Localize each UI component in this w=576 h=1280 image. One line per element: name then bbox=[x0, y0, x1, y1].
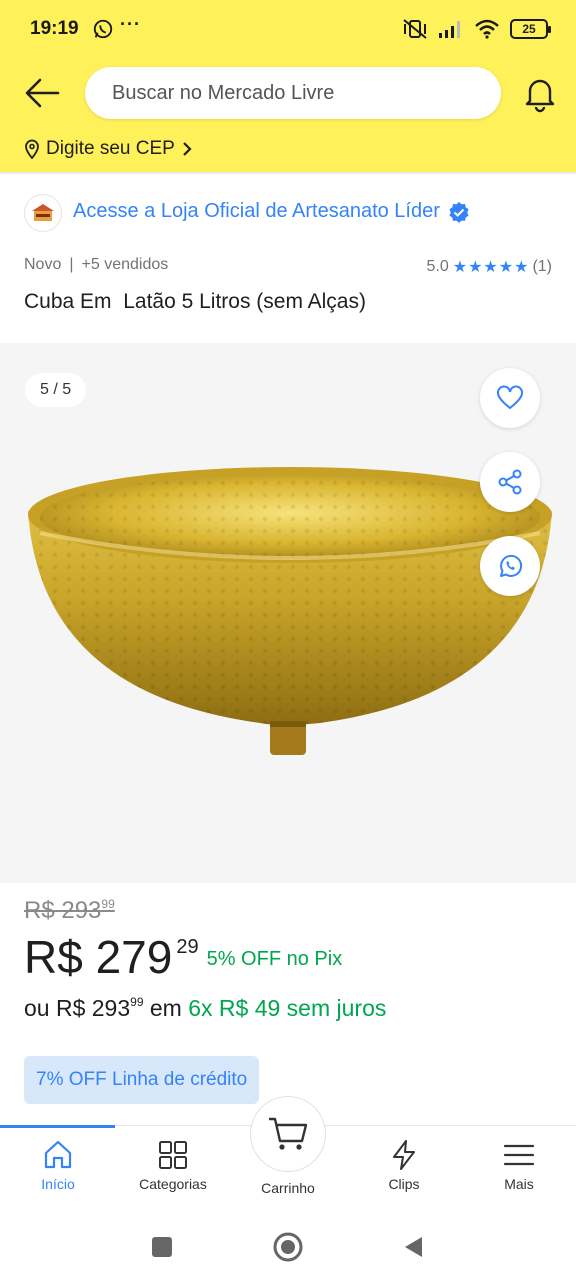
battery-level: 25 bbox=[522, 22, 536, 36]
status-time: 19:19 bbox=[30, 18, 79, 39]
mute-vibrate-icon bbox=[403, 19, 427, 39]
installment-offer: 6x R$ 49 sem juros bbox=[188, 995, 387, 1021]
nav-clips[interactable]: Clips bbox=[354, 1138, 454, 1192]
location-pin-icon bbox=[25, 139, 39, 159]
installment-prefix: ou R$ 293 bbox=[24, 995, 131, 1021]
nav-cart-label[interactable]: Carrinho bbox=[238, 1180, 338, 1196]
rating-summary[interactable]: 5.0 ★ ★ ★ ★ ★ (1) bbox=[426, 257, 552, 277]
product-meta: Novo | +5 vendidos bbox=[24, 256, 168, 274]
product-gallery[interactable]: 5 / 5 bbox=[0, 343, 576, 883]
product-title: Cuba Em Latão 5 Litros (sem Alças) bbox=[24, 290, 366, 313]
battery-icon: 25 bbox=[510, 19, 551, 39]
more-notifications-icon: ··· bbox=[120, 14, 141, 34]
favorite-button[interactable] bbox=[480, 368, 540, 428]
installment-em: em bbox=[149, 995, 182, 1021]
home-icon bbox=[44, 1140, 72, 1169]
search-input[interactable] bbox=[85, 67, 501, 119]
nav-categories[interactable]: Categorias bbox=[123, 1138, 223, 1192]
active-tab-indicator bbox=[0, 1125, 115, 1128]
chevron-right-icon bbox=[183, 142, 192, 156]
notification-bell-icon[interactable] bbox=[520, 73, 560, 113]
original-price-main: R$ 293 bbox=[24, 897, 102, 924]
home-system-button[interactable] bbox=[272, 1231, 304, 1263]
nav-home-label: Início bbox=[41, 1176, 75, 1192]
header-divider bbox=[0, 172, 576, 174]
current-price: R$ 279 29 5% OFF no Pix bbox=[24, 930, 342, 984]
installment-cents: 99 bbox=[130, 995, 144, 1009]
triangle-back-icon bbox=[405, 1237, 422, 1257]
current-price-cents: 29 bbox=[176, 936, 199, 958]
star-icon: ★ bbox=[498, 259, 514, 276]
back-arrow-icon[interactable] bbox=[22, 72, 64, 114]
pix-discount: 5% OFF no Pix bbox=[206, 948, 343, 970]
installments[interactable]: ou R$ 29399 em 6x R$ 49 sem juros bbox=[24, 995, 386, 1022]
square-icon bbox=[152, 1237, 172, 1257]
current-price-main: R$ 279 bbox=[24, 931, 173, 983]
whatsapp-notification-icon bbox=[93, 19, 113, 39]
star-icon: ★ bbox=[514, 259, 529, 276]
nav-home[interactable]: Início bbox=[8, 1138, 108, 1192]
condition-label: Novo bbox=[24, 256, 62, 273]
original-price: R$ 29399 bbox=[24, 897, 115, 925]
sold-count: +5 vendidos bbox=[81, 256, 169, 273]
product-image bbox=[28, 467, 552, 755]
recent-apps-button[interactable] bbox=[146, 1231, 178, 1263]
star-icon: ★ bbox=[483, 259, 498, 276]
rating-value: 5.0 bbox=[426, 258, 449, 275]
store-logo-icon bbox=[32, 204, 54, 221]
whatsapp-share-button[interactable] bbox=[480, 536, 540, 596]
rating-count: (1) bbox=[532, 258, 552, 275]
back-system-button[interactable] bbox=[398, 1231, 430, 1263]
nav-more-label: Mais bbox=[504, 1176, 534, 1192]
status-bar: 19:19 ··· 25 bbox=[0, 0, 576, 58]
wifi-icon bbox=[475, 19, 499, 39]
bottom-navigation: Início Categorias Carrinho Clips Mais bbox=[0, 1096, 576, 1215]
image-counter: 5 / 5 bbox=[25, 373, 87, 407]
credit-line-badge[interactable]: 7% OFF Linha de crédito bbox=[24, 1056, 260, 1104]
system-navigation-bar bbox=[0, 1215, 576, 1280]
status-icons: 25 bbox=[402, 16, 551, 42]
official-store-link[interactable]: Acesse a Loja Oficial de Artesanato Líde… bbox=[73, 200, 470, 223]
star-icon: ★ bbox=[452, 259, 468, 276]
nav-clips-label: Clips bbox=[388, 1176, 420, 1192]
official-store-label: Acesse a Loja Oficial de Artesanato Líde… bbox=[73, 200, 440, 222]
verified-badge-icon bbox=[449, 201, 469, 223]
whatsapp-icon bbox=[500, 554, 523, 577]
meta-separator: | bbox=[69, 256, 74, 273]
nav-cart-button[interactable] bbox=[250, 1096, 326, 1172]
lightning-icon bbox=[393, 1140, 415, 1170]
star-icon: ★ bbox=[468, 259, 483, 276]
hamburger-menu-icon bbox=[503, 1144, 535, 1166]
categories-grid-icon bbox=[159, 1141, 187, 1169]
share-icon bbox=[498, 469, 522, 495]
cep-selector[interactable]: Digite seu CEP bbox=[24, 136, 193, 162]
nav-more[interactable]: Mais bbox=[469, 1138, 569, 1192]
cart-icon bbox=[269, 1117, 308, 1150]
circle-icon bbox=[273, 1232, 303, 1262]
original-price-cents: 99 bbox=[101, 897, 115, 911]
search-bar[interactable] bbox=[85, 67, 501, 119]
signal-icon bbox=[439, 21, 460, 38]
share-button[interactable] bbox=[480, 452, 540, 512]
nav-categories-label: Categorias bbox=[139, 1176, 207, 1192]
store-logo[interactable] bbox=[24, 194, 62, 232]
cep-label: Digite seu CEP bbox=[46, 138, 175, 159]
rating-stars: ★ ★ ★ ★ ★ bbox=[453, 257, 529, 277]
heart-icon bbox=[497, 385, 523, 410]
